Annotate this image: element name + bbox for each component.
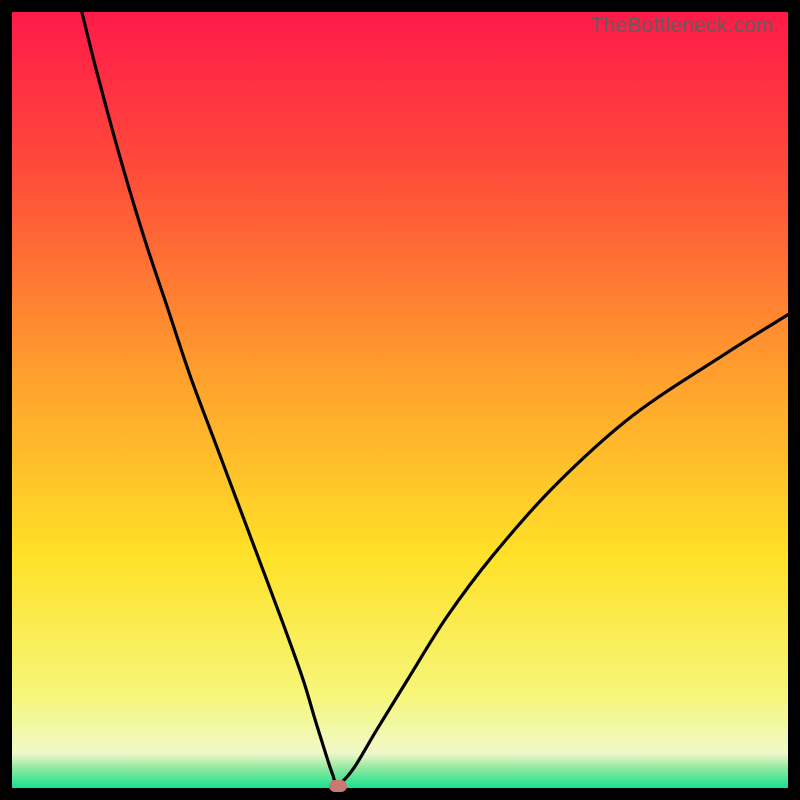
bottleneck-chart <box>12 12 788 788</box>
chart-frame: TheBottleneck.com <box>12 12 788 788</box>
gradient-background <box>12 12 788 788</box>
watermark-text: TheBottleneck.com <box>591 14 774 38</box>
optimal-point-marker <box>329 780 347 792</box>
